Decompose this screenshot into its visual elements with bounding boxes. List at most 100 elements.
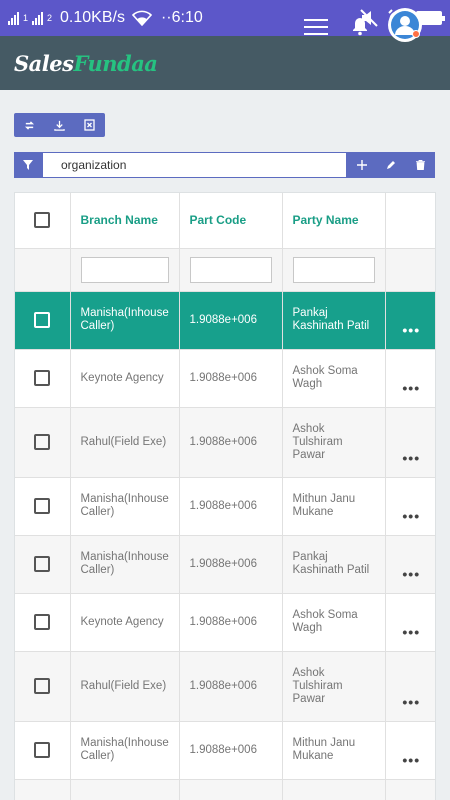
party-name-cell: Ashok Tulshiram Pawar xyxy=(282,407,386,478)
column-header-party-name[interactable]: Party Name xyxy=(282,193,386,249)
menu-icon[interactable] xyxy=(304,19,328,35)
branch-name-cell: Manisha(Inhouse Caller) xyxy=(70,535,180,594)
branch-name-cell: Rahul(Field Exe) xyxy=(70,407,180,478)
filter-cell-party xyxy=(282,248,386,292)
party-name-cell: Ashok Tulshiram Pawar xyxy=(282,651,386,722)
row-checkbox[interactable] xyxy=(34,678,51,694)
header-row: Branch Name Part Code Party Name xyxy=(15,193,435,249)
table-row[interactable]: Manisha(Inhouse Caller) 1.9088e+006 Mithun… xyxy=(15,721,435,780)
table-row[interactable]: Keynote Agency 1.9088e+006 Ashok Soma Wagh… xyxy=(15,349,435,408)
branch-name-cell: Manisha(Inhouse Caller) xyxy=(70,477,180,536)
branch-filter-input[interactable] xyxy=(80,256,169,283)
select-all-cell xyxy=(15,193,71,249)
download-button[interactable] xyxy=(44,113,74,137)
column-header-part-code[interactable]: Part Code xyxy=(179,193,283,249)
row-actions-cell: ••• xyxy=(385,593,435,652)
party-name-cell: Pankaj Kashinath Patil xyxy=(282,291,386,350)
branch-name-cell: Manisha(Inhouse Caller) xyxy=(70,291,180,350)
delete-icon xyxy=(415,160,425,170)
app-logo: SalesFundaa xyxy=(14,50,158,76)
filter-button[interactable] xyxy=(14,152,42,178)
row-checkbox[interactable] xyxy=(34,498,51,514)
party-name-cell: Pankaj Kashinath Patil xyxy=(282,535,386,594)
table-row[interactable]: Keynote Agency 1.9088e+006 Ashok Soma Wagh… xyxy=(15,593,435,652)
row-actions-cell: ••• xyxy=(385,721,435,780)
sim-label: 2 xyxy=(47,13,53,23)
table-row[interactable]: Manisha(Inhouse Caller) 1.9088e+006 Mithun… xyxy=(15,477,435,536)
grid-table: Branch Name Part Code Party Name Manisha… xyxy=(15,193,435,800)
row-actions-cell: ••• xyxy=(385,349,435,408)
refresh-icon xyxy=(24,120,34,130)
delete-button[interactable] xyxy=(406,152,435,178)
more-options-icon[interactable]: ••• xyxy=(402,624,420,640)
row-select-cell xyxy=(15,721,71,780)
part-code-cell: 1.9088e+006 xyxy=(179,349,283,408)
filter-cell-branch xyxy=(70,248,180,292)
more-options-icon[interactable]: ••• xyxy=(402,694,420,710)
row-checkbox[interactable] xyxy=(34,434,51,450)
excel-export-icon xyxy=(84,119,95,131)
more-options-icon[interactable]: ••• xyxy=(402,566,420,582)
row-select-cell xyxy=(15,651,71,722)
party-filter-input[interactable] xyxy=(292,256,375,283)
party-name-cell: Ajay Bhima xyxy=(282,779,386,800)
clock: ··6:10 xyxy=(160,9,203,26)
more-options-icon[interactable]: ••• xyxy=(402,380,420,396)
row-actions-cell: ••• xyxy=(385,477,435,536)
part-code-cell: 1.9088e+006 xyxy=(179,477,283,536)
select-all-checkbox[interactable] xyxy=(34,212,51,229)
plus-icon xyxy=(356,160,367,170)
part-code-cell: 1.9088e+006 xyxy=(179,593,283,652)
row-checkbox[interactable] xyxy=(34,556,51,572)
filter-row xyxy=(15,248,435,292)
refresh-button[interactable] xyxy=(14,113,44,137)
row-actions-cell xyxy=(385,779,435,800)
part-code-cell: 1.9088e+006 xyxy=(179,407,283,478)
row-select-cell xyxy=(15,477,71,536)
more-options-icon[interactable]: ••• xyxy=(402,508,420,524)
export-excel-button[interactable] xyxy=(75,113,105,137)
table-row[interactable]: Ashwini(Field1.9087e+006Ajay Bhima xyxy=(15,779,435,800)
action-group xyxy=(347,152,435,178)
branch-name-cell: Keynote Agency xyxy=(70,593,180,652)
download-icon xyxy=(54,120,65,131)
status-bar: 1 2 0.10KB/s ··6:10 xyxy=(0,0,450,36)
row-actions-cell: ••• xyxy=(385,535,435,594)
party-name-cell: Ashok Soma Wagh xyxy=(282,593,386,652)
row-actions-cell: ••• xyxy=(385,291,435,350)
table-row[interactable]: Rahul(Field Exe) 1.9088e+006 Ashok Tulshir… xyxy=(15,407,435,478)
row-checkbox[interactable] xyxy=(34,742,51,758)
filter-input[interactable] xyxy=(42,152,347,178)
sim-label: 1 xyxy=(23,13,29,23)
row-checkbox[interactable] xyxy=(34,370,51,386)
branch-name-cell: Manisha(Inhouse Caller) xyxy=(70,721,180,780)
column-header-branch-name[interactable]: Branch Name xyxy=(70,193,180,249)
table-row[interactable]: Rahul(Field Exe) 1.9088e+006 Ashok Tulshir… xyxy=(15,651,435,722)
branch-name-cell: Rahul(Field Exe) xyxy=(70,651,180,722)
signal-icon xyxy=(8,11,19,25)
part-code-cell: 1.9088e+006 xyxy=(179,721,283,780)
more-options-icon[interactable]: ••• xyxy=(402,322,420,338)
column-header-actions xyxy=(385,193,435,249)
table-row[interactable]: Manisha(Inhouse Caller) 1.9088e+006 Pankaj… xyxy=(15,291,435,350)
bell-icon[interactable] xyxy=(350,16,370,36)
row-select-cell xyxy=(15,779,71,800)
row-select-cell xyxy=(15,535,71,594)
filter-cell-empty xyxy=(15,248,71,292)
toolbar xyxy=(14,113,105,137)
row-select-cell xyxy=(15,407,71,478)
more-options-icon[interactable]: ••• xyxy=(402,450,420,466)
status-badge xyxy=(412,30,420,38)
party-name-cell: Ashok Soma Wagh xyxy=(282,349,386,408)
party-name-cell: Mithun Janu Mukane xyxy=(282,477,386,536)
add-button[interactable] xyxy=(347,152,376,178)
row-actions-cell: ••• xyxy=(385,651,435,722)
part-code-filter-input[interactable] xyxy=(189,256,272,283)
edit-button[interactable] xyxy=(376,152,405,178)
table-row[interactable]: Manisha(Inhouse Caller) 1.9088e+006 Pankaj… xyxy=(15,535,435,594)
part-code-cell: 1.9088e+006 xyxy=(179,535,283,594)
more-options-icon[interactable]: ••• xyxy=(402,752,420,768)
wifi-icon xyxy=(131,10,152,26)
row-checkbox[interactable] xyxy=(34,312,51,328)
row-checkbox[interactable] xyxy=(34,614,51,630)
